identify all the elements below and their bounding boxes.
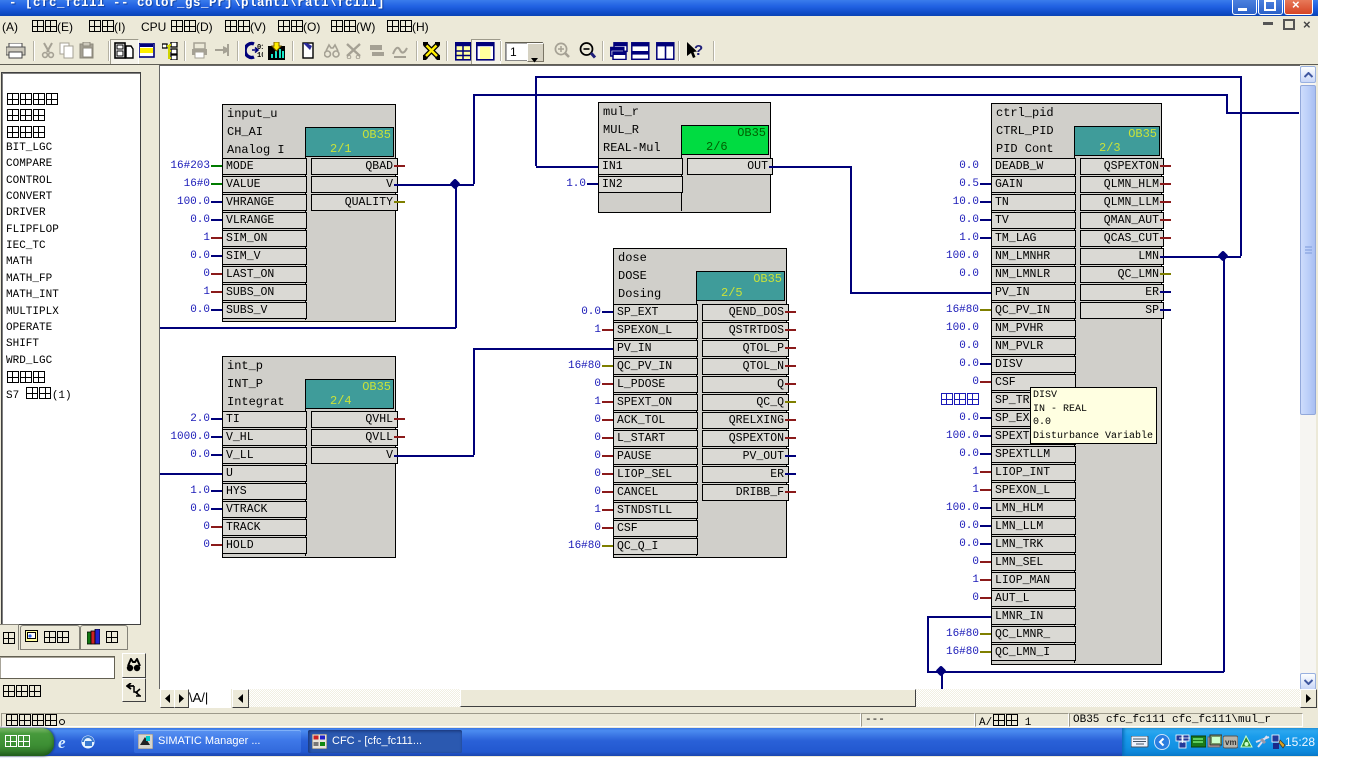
svg-text:01: 01 [257,44,263,52]
svg-text:10: 10 [257,52,263,60]
svg-text:?: ? [694,42,703,59]
svg-text:vm: vm [1225,738,1237,747]
